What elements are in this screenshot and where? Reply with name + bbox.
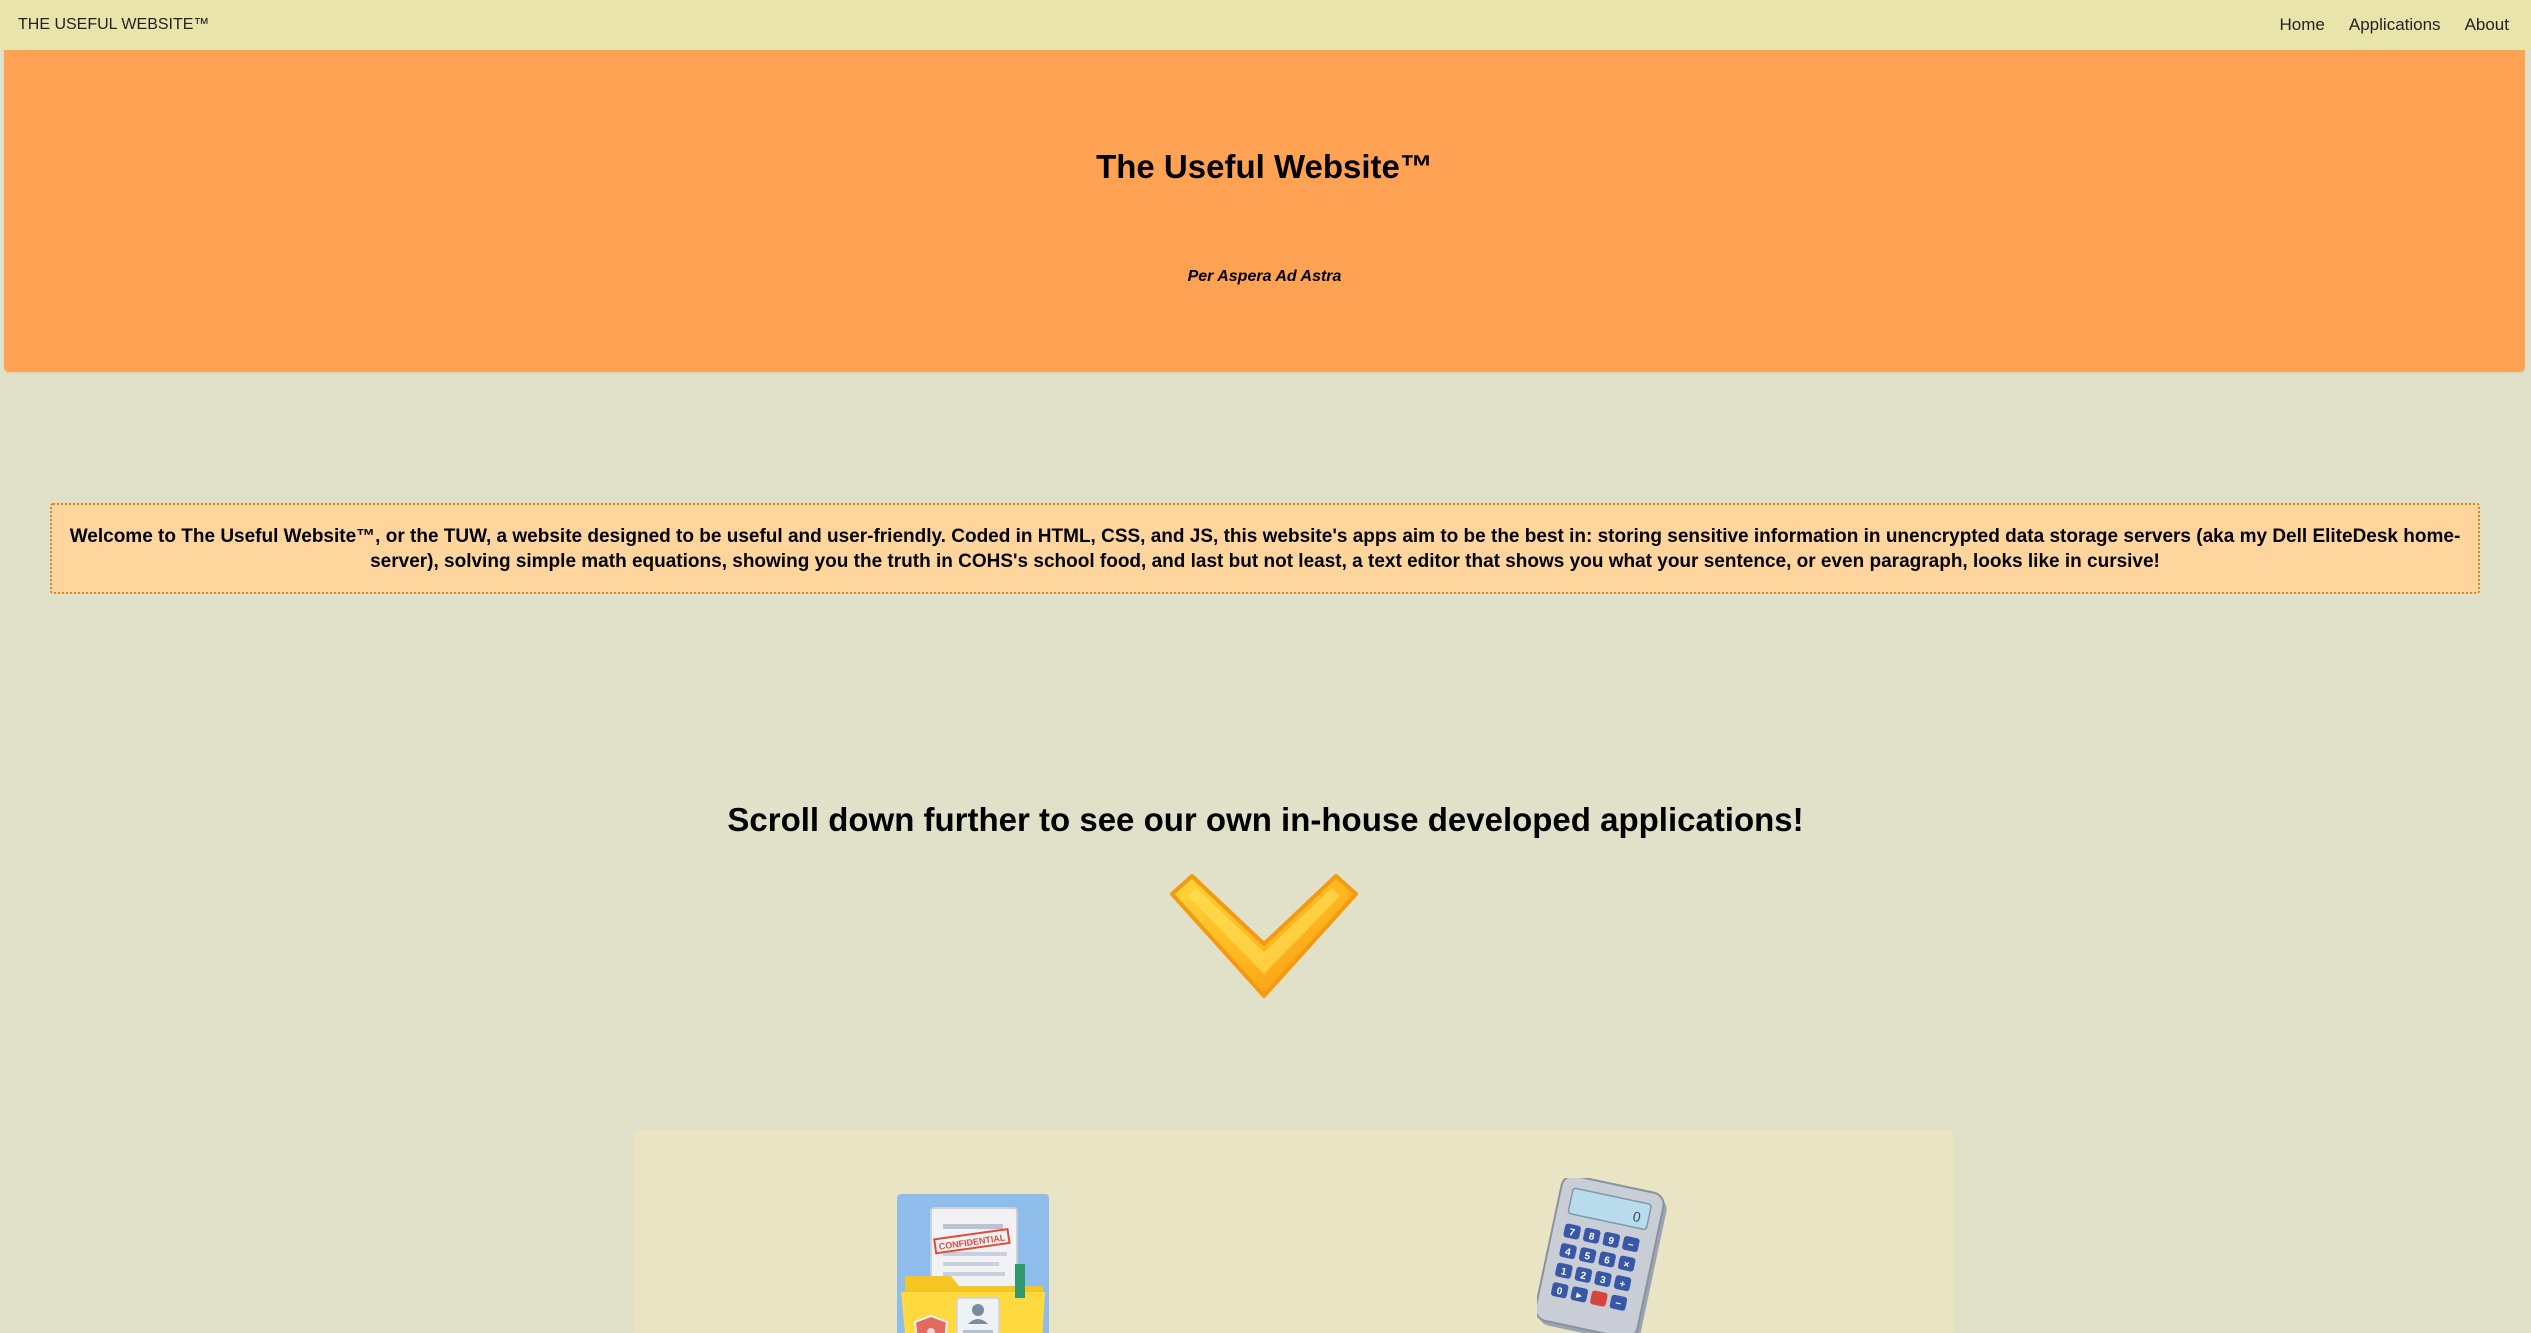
app-tile-secure-storage[interactable]: CONFIDENTIAL	[897, 1194, 1049, 1333]
intro-box: Welcome to The Useful Website™, or the T…	[50, 503, 2480, 594]
nav-links: Home Applications About	[2280, 0, 2509, 50]
navbar: THE USEFUL WEBSITE™ Home Applications Ab…	[0, 0, 2531, 50]
nav-link-about[interactable]: About	[2465, 15, 2509, 35]
nav-link-applications[interactable]: Applications	[2349, 15, 2441, 35]
nav-link-home[interactable]: Home	[2280, 15, 2325, 35]
chevron-down-icon	[1170, 874, 1358, 998]
confidential-folder-icon: CONFIDENTIAL	[897, 1194, 1049, 1333]
scroll-hint-heading: Scroll down further to see our own in-ho…	[727, 801, 1804, 838]
app-tile-calculator[interactable]: 0 7 8 9 − 4 5 6 × 1 2 3 + 0 ▸ −	[1534, 1174, 1673, 1333]
hero-tagline: Per Aspera Ad Astra	[1187, 268, 1342, 285]
page: THE USEFUL WEBSITE™ Home Applications Ab…	[0, 0, 2531, 1333]
intro-text: Welcome to The Useful Website™, or the T…	[69, 525, 2461, 572]
hero-title: The Useful Website™	[1096, 148, 1433, 185]
brand-link[interactable]: THE USEFUL WEBSITE™	[18, 0, 209, 50]
calculator-icon: 0 7 8 9 − 4 5 6 × 1 2 3 + 0 ▸−	[1534, 1174, 1667, 1333]
hero-banner: The Useful Website™ Per Aspera Ad Astra	[4, 50, 2525, 372]
apps-panel: CONFIDENTIAL 0 7 8 9 − 4 5 6 × 1 2 3 + 0…	[635, 1130, 1953, 1333]
